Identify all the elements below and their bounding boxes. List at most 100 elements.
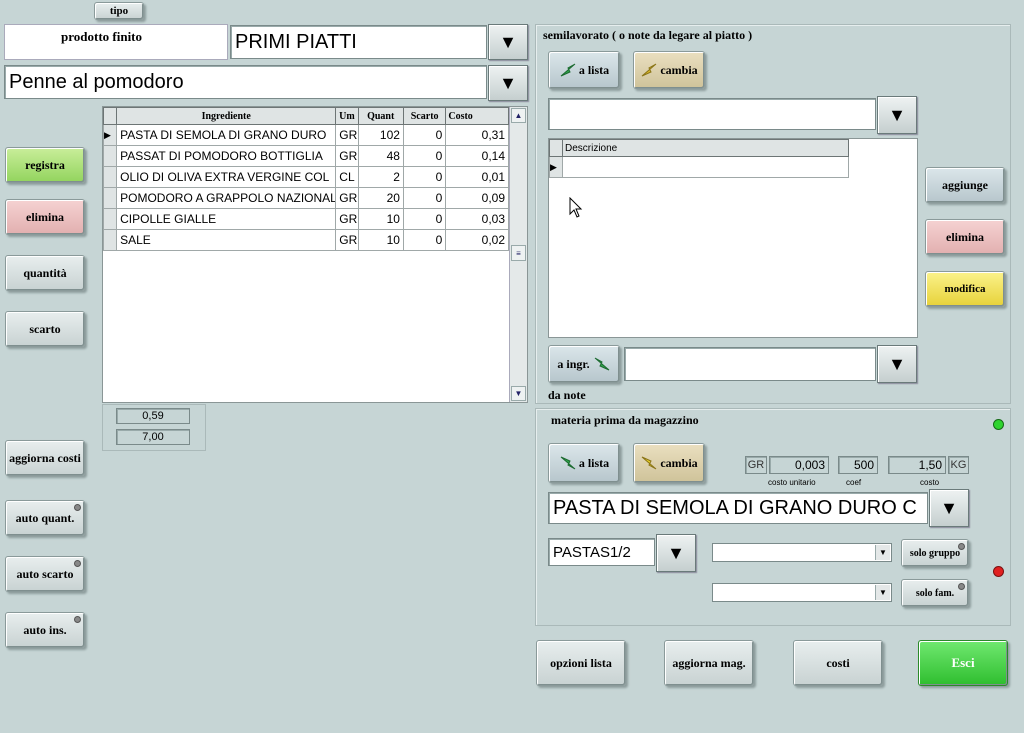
cell-quant[interactable]: 20 [357,187,404,209]
semilavorato-select-field[interactable] [548,98,876,130]
solo-gruppo-button[interactable]: solo gruppo [901,539,969,567]
a-ingr-field[interactable] [624,347,876,381]
auto-scarto-button[interactable]: auto scarto [5,556,85,592]
materia-a-lista-button[interactable]: a lista [548,443,620,483]
modifica-button[interactable]: modifica [925,271,1005,307]
cell-um[interactable]: GR [335,145,359,167]
a-ingr-dropdown-button[interactable]: ▼ [877,345,917,383]
cell-scarto[interactable]: 0 [402,166,447,188]
semilavorato-a-lista-button[interactable]: a lista [548,51,620,89]
aggiunge-button[interactable]: aggiunge [925,167,1005,203]
column-header-ingrediente[interactable]: Ingrediente [116,107,337,125]
cell-scarto[interactable]: 0 [402,124,447,146]
solo-gruppo-label: solo gruppo [909,547,961,559]
famiglia-select[interactable]: ▼ [712,583,892,602]
triangle-down-icon: ▼ [499,73,517,93]
cell-um[interactable]: GR [335,229,359,251]
table-row[interactable]: PASSAT DI POMODORO BOTTIGLIA GR 48 0 0,1… [102,145,509,167]
triangle-down-icon: ▼ [888,105,906,125]
cell-um[interactable]: GR [335,208,359,230]
chevron-down-icon[interactable]: ▼ [875,545,890,560]
cell-scarto[interactable]: 0 [402,187,447,209]
cell-um[interactable]: GR [335,124,359,146]
ingredients-scrollbar[interactable]: ▲ ≡ ▼ [509,107,527,402]
scroll-up-icon[interactable]: ▲ [511,108,526,123]
cell-scarto[interactable]: 0 [402,208,447,230]
table-header-row: Ingrediente Um Quant Scarto Costo [102,107,509,125]
scarto-button[interactable]: scarto [5,311,85,347]
cell-um[interactable]: GR [335,187,359,209]
auto-ins-button[interactable]: auto ins. [5,612,85,648]
cell-ingrediente[interactable]: CIPOLLE GIALLE [116,208,337,230]
cell-scarto[interactable]: 0 [402,229,447,251]
column-header-costo[interactable]: Costo [445,107,509,125]
elimina-semilavorato-button[interactable]: elimina [925,219,1005,255]
ingredients-grid[interactable]: Ingrediente Um Quant Scarto Costo ▶ PAST… [102,106,528,403]
materia-product-field[interactable]: PASTA DI SEMOLA DI GRANO DURO C [548,492,928,524]
cell-descrizione[interactable] [562,156,849,178]
status-green-indicator-icon [993,419,1004,430]
solo-fam-button[interactable]: solo fam. [901,579,969,607]
cell-ingrediente[interactable]: PASTA DI SEMOLA DI GRANO DURO [116,124,337,146]
aggiorna-costi-button[interactable]: aggiorna costi [5,440,85,476]
cell-ingrediente[interactable]: OLIO DI OLIVA EXTRA VERGINE COL [116,166,337,188]
cell-ingrediente[interactable]: PASSAT DI POMODORO BOTTIGLIA [116,145,337,167]
cell-quant[interactable]: 48 [357,145,404,167]
category-dropdown-button[interactable]: ▼ [488,24,528,60]
cell-costo[interactable]: 0,03 [445,208,509,230]
table-row[interactable]: CIPOLLE GIALLE GR 10 0 0,03 [102,208,509,230]
materia-product-dropdown-button[interactable]: ▼ [929,489,969,527]
opzioni-lista-button[interactable]: opzioni lista [536,640,626,686]
costi-button[interactable]: costi [793,640,883,686]
row-pointer-icon: ▶ [102,124,118,146]
semilavorato-cambia-button[interactable]: cambia [633,51,705,89]
tipo-button[interactable]: tipo [94,2,144,20]
table-row[interactable]: ▶ PASTA DI SEMOLA DI GRANO DURO GR 102 0… [102,124,509,146]
cambia-label: cambia [660,62,698,77]
quantita-button[interactable]: quantità [5,255,85,291]
product-field[interactable]: Penne al pomodoro [4,65,487,99]
column-header-scarto[interactable]: Scarto [402,107,447,125]
scroll-down-icon[interactable]: ▼ [511,386,526,401]
category-field[interactable]: PRIMI PIATTI [230,25,487,59]
cell-quant[interactable]: 10 [357,208,404,230]
cell-um[interactable]: CL [335,166,359,188]
table-row[interactable]: OLIO DI OLIVA EXTRA VERGINE COL CL 2 0 0… [102,166,509,188]
cell-costo[interactable]: 0,14 [445,145,509,167]
cell-quant[interactable]: 10 [357,229,404,251]
cell-ingrediente[interactable]: POMODORO A GRAPPOLO NAZIONALE [116,187,337,209]
product-dropdown-button[interactable]: ▼ [488,65,528,101]
table-row[interactable]: SALE GR 10 0 0,02 [102,229,509,251]
semilavorato-grid[interactable]: Descrizione ▶ [548,138,918,338]
code-field[interactable]: PASTAS1/2 [548,538,655,566]
column-header-descrizione[interactable]: Descrizione [562,139,849,157]
total-cost-field: 0,59 [116,408,190,424]
chevron-down-icon[interactable]: ▼ [875,585,890,600]
table-row[interactable]: POMODORO A GRAPPOLO NAZIONALE GR 20 0 0,… [102,187,509,209]
cell-scarto[interactable]: 0 [402,145,447,167]
column-header-um[interactable]: Um [335,107,359,125]
cell-quant[interactable]: 102 [357,124,404,146]
gruppo-select[interactable]: ▼ [712,543,892,562]
cell-costo[interactable]: 0,09 [445,187,509,209]
elimina-ingredient-button[interactable]: elimina [5,199,85,235]
a-ingr-button[interactable]: a ingr. [548,345,620,383]
scroll-thumb[interactable]: ≡ [511,245,526,261]
cell-ingrediente[interactable]: SALE [116,229,337,251]
auto-quant-button[interactable]: auto quant. [5,500,85,536]
materia-cambia-button[interactable]: cambia [633,443,705,483]
cell-costo[interactable]: 0,02 [445,229,509,251]
aggiorna-mag-button[interactable]: aggiorna mag. [664,640,754,686]
unit-um-field: GR [745,456,767,474]
esci-button[interactable]: Esci [918,640,1008,686]
mouse-cursor-icon [569,197,583,218]
registra-button[interactable]: registra [5,147,85,183]
semilavorato-dropdown-button[interactable]: ▼ [877,96,917,134]
cell-costo[interactable]: 0,31 [445,124,509,146]
cell-costo[interactable]: 0,01 [445,166,509,188]
code-dropdown-button[interactable]: ▼ [656,534,696,572]
column-header-quant[interactable]: Quant [357,107,404,125]
cell-quant[interactable]: 2 [357,166,404,188]
table-row[interactable]: ▶ [549,156,849,178]
totals-panel: 0,59 7,00 [102,404,206,451]
